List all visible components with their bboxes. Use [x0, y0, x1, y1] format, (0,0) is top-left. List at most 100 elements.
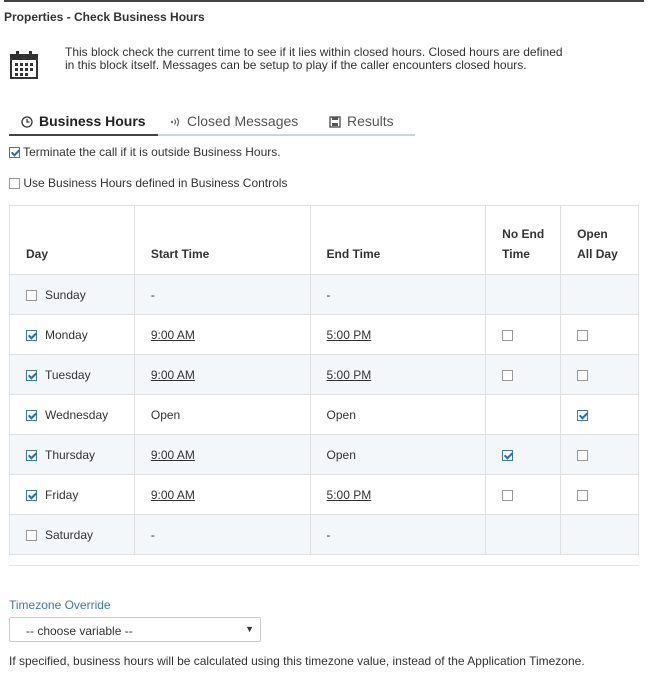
day-cell: Saturday — [9, 514, 135, 555]
table-body: Sunday - - Monday 9:00 AM 5:00 PM Tuesday 9:00 … — [9, 274, 639, 555]
terminate-checkbox[interactable] — [9, 147, 20, 159]
start-time-cell: - — [133, 514, 311, 555]
day-enabled-checkbox[interactable] — [26, 409, 37, 421]
day-label: Tuesday — [45, 367, 91, 382]
tab-label: Results — [347, 113, 394, 129]
start-time-link[interactable]: 9:00 AM — [151, 448, 195, 462]
day-cell: Wednesday — [9, 394, 135, 435]
table-row: Friday 9:00 AM 5:00 PM — [9, 474, 639, 515]
end-time-value: Open — [326, 447, 356, 462]
col-header-start-time: Start Time — [133, 205, 311, 275]
day-enabled-checkbox[interactable] — [26, 369, 37, 381]
start-time-cell: 9:00 AM — [133, 434, 311, 475]
end-time-value: - — [326, 527, 331, 542]
table-row: Saturday - - — [9, 514, 639, 555]
day-cell: Thursday — [9, 434, 135, 475]
no-end-time-cell — [485, 354, 562, 395]
no-end-time-checkbox[interactable] — [502, 329, 514, 341]
open-all-day-checkbox[interactable] — [577, 329, 589, 341]
col-header-no-end-time: No End Time — [485, 205, 562, 275]
timezone-override-label: Timezone Override — [9, 598, 111, 612]
table-row: Tuesday 9:00 AM 5:00 PM — [9, 354, 639, 395]
tab-label: Closed Messages — [187, 113, 299, 129]
use-controls-checkbox[interactable] — [9, 178, 20, 190]
day-cell: Monday — [9, 314, 135, 355]
calendar-icon — [10, 51, 38, 79]
table-row: Wednesday Open Open — [9, 394, 639, 435]
open-all-day-checkbox[interactable] — [577, 489, 589, 501]
tab-closed-messages[interactable]: Closed Messages — [169, 108, 309, 136]
open-all-day-cell — [560, 514, 639, 555]
use-controls-label: Use Business Hours defined in Business C… — [23, 176, 288, 190]
open-all-day-checkbox[interactable] — [577, 369, 589, 381]
tab-results[interactable]: Results — [329, 108, 415, 136]
open-all-day-cell — [560, 394, 639, 435]
use-controls-option: Use Business Hours defined in Business C… — [9, 176, 287, 190]
clock-icon — [21, 116, 33, 128]
start-time-cell: 9:00 AM — [133, 354, 311, 395]
no-end-time-cell — [485, 514, 562, 555]
day-enabled-checkbox[interactable] — [26, 449, 37, 461]
start-time-value: - — [150, 287, 155, 302]
timezone-select[interactable]: -- choose variable -- ▼ — [9, 617, 261, 642]
end-time-link[interactable]: 5:00 PM — [327, 368, 372, 382]
end-time-value: Open — [326, 407, 356, 422]
open-all-day-checkbox[interactable] — [577, 409, 589, 421]
end-time-cell: - — [309, 274, 487, 315]
end-time-cell: Open — [309, 394, 487, 435]
tab-business-hours[interactable]: Business Hours — [9, 108, 158, 136]
start-time-value: - — [150, 527, 155, 542]
save-icon — [329, 116, 341, 128]
block-description: This block check the current time to see… — [65, 46, 605, 72]
day-enabled-checkbox[interactable] — [26, 329, 37, 341]
start-time-link[interactable]: 9:00 AM — [151, 328, 195, 342]
page-title: Properties - Check Business Hours — [4, 0, 644, 26]
header-line: No End — [502, 227, 545, 241]
end-time-cell: Open — [309, 434, 487, 475]
table-row: Monday 9:00 AM 5:00 PM — [9, 314, 639, 355]
col-header-day: Day — [9, 205, 135, 275]
open-all-day-cell — [560, 314, 639, 355]
chevron-down-icon: ▼ — [245, 624, 254, 634]
day-enabled-checkbox[interactable] — [26, 489, 37, 501]
timezone-note: If specified, business hours will be cal… — [9, 654, 585, 668]
day-cell: Tuesday — [9, 354, 135, 395]
table-row: Thursday 9:00 AM Open — [9, 434, 639, 475]
open-all-day-cell — [560, 274, 639, 315]
description-line-2: in this block itself. Messages can be se… — [65, 58, 527, 72]
start-time-cell: 9:00 AM — [133, 314, 311, 355]
day-enabled-checkbox[interactable] — [26, 529, 37, 541]
day-label: Saturday — [45, 527, 94, 542]
terminate-option: Terminate the call if it is outside Busi… — [9, 145, 281, 159]
day-cell: Friday — [9, 474, 135, 515]
open-all-day-checkbox[interactable] — [577, 449, 589, 461]
start-time-link[interactable]: 9:00 AM — [151, 368, 195, 382]
day-label: Friday — [45, 487, 79, 502]
day-label: Sunday — [45, 287, 86, 302]
end-time-link[interactable]: 5:00 PM — [327, 488, 372, 502]
start-time-link[interactable]: 9:00 AM — [151, 488, 195, 502]
timezone-selected-value: -- choose variable -- — [26, 624, 133, 638]
col-header-open-all-day: Open All Day — [560, 205, 639, 275]
tab-bar: Business Hours Closed Messages Results — [9, 108, 415, 136]
terminate-label: Terminate the call if it is outside Busi… — [23, 145, 281, 159]
day-enabled-checkbox[interactable] — [26, 289, 37, 301]
open-all-day-cell — [560, 434, 639, 475]
no-end-time-checkbox[interactable] — [502, 369, 514, 381]
start-time-cell: - — [133, 274, 311, 315]
end-time-cell: 5:00 PM — [309, 474, 487, 515]
business-hours-table: Day Start Time End Time No End Time Open… — [9, 205, 639, 555]
end-time-cell: 5:00 PM — [309, 354, 487, 395]
end-time-link[interactable]: 5:00 PM — [327, 328, 372, 342]
end-time-value: - — [326, 287, 331, 302]
open-all-day-cell — [560, 354, 639, 395]
no-end-time-checkbox[interactable] — [502, 449, 514, 461]
open-all-day-cell — [560, 474, 639, 515]
day-label: Monday — [45, 327, 88, 342]
day-label: Wednesday — [45, 407, 109, 422]
no-end-time-checkbox[interactable] — [502, 489, 514, 501]
header-line: All Day — [577, 247, 618, 261]
table-row: Sunday - - — [9, 274, 639, 315]
no-end-time-cell — [485, 314, 562, 355]
start-time-value: Open — [150, 407, 181, 422]
